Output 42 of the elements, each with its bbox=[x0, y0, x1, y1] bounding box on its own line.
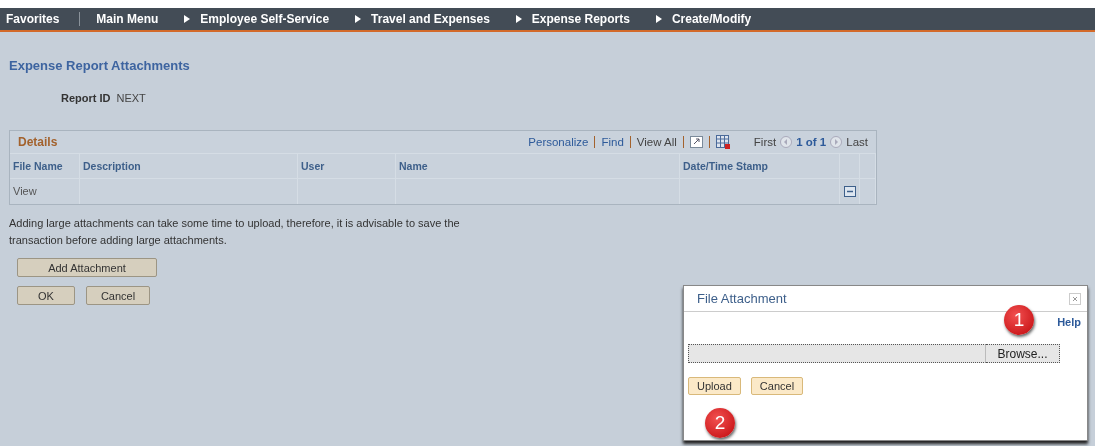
ok-button[interactable]: OK bbox=[17, 286, 75, 305]
nav-menu-item[interactable]: Employee Self-Service bbox=[200, 12, 330, 26]
cancel-button[interactable]: Cancel bbox=[86, 286, 150, 305]
pager-label: Last bbox=[846, 136, 868, 148]
browse-button[interactable]: Browse... bbox=[986, 344, 1060, 363]
spreadsheet-icon[interactable] bbox=[715, 135, 730, 149]
grid-link[interactable]: Personalize bbox=[528, 136, 589, 148]
grid-link[interactable]: Find bbox=[601, 136, 624, 148]
close-icon[interactable] bbox=[1069, 292, 1081, 305]
column-header: User bbox=[298, 154, 396, 179]
column-header: File Name bbox=[10, 154, 80, 179]
nav-menu-item[interactable]: Expense Reports bbox=[531, 12, 630, 26]
arrow-icon bbox=[355, 15, 362, 23]
file-path-field[interactable] bbox=[688, 344, 986, 363]
field-value: NEXT bbox=[116, 92, 146, 104]
nav-menu-item[interactable]: Travel and Expenses bbox=[371, 12, 490, 26]
page-count: 1 of 1 bbox=[796, 136, 827, 148]
arrow-icon bbox=[515, 15, 522, 23]
nav-menu-item[interactable]: Favorites bbox=[6, 12, 60, 26]
view-all-link[interactable]: View All bbox=[636, 136, 677, 148]
delete-row-icon[interactable] bbox=[843, 186, 856, 197]
arrow-icon bbox=[655, 15, 662, 23]
add-attachment-button[interactable]: Add Attachment bbox=[17, 258, 157, 277]
column-header: Name bbox=[396, 154, 680, 179]
pager-label: First bbox=[753, 136, 777, 148]
column-header: Date/Time Stamp bbox=[680, 154, 840, 179]
dialog-title: File Attachment bbox=[697, 291, 787, 306]
step-marker: 2 bbox=[705, 408, 735, 438]
grid-title: Details bbox=[18, 135, 58, 149]
nav-menu-item[interactable]: Create/Modify bbox=[671, 12, 752, 26]
field-label: Report ID bbox=[61, 92, 111, 104]
help-link[interactable]: Help bbox=[1057, 316, 1081, 338]
column-header: Description bbox=[80, 154, 298, 179]
nav-menu-item[interactable]: Main Menu bbox=[96, 12, 159, 26]
zoom-icon[interactable] bbox=[689, 136, 703, 148]
table-cell: View bbox=[10, 179, 80, 204]
step-marker: 1 bbox=[1004, 305, 1034, 335]
arrow-icon bbox=[184, 15, 191, 23]
cancel-button[interactable]: Cancel bbox=[750, 377, 804, 395]
page-title: Expense Report Attachments bbox=[9, 58, 191, 73]
upload-button[interactable]: Upload bbox=[688, 377, 741, 395]
info-text: Adding large attachments can take some time to upload, therefore, it is advisable to save the transaction before adding large attachments. bbox=[9, 216, 461, 248]
